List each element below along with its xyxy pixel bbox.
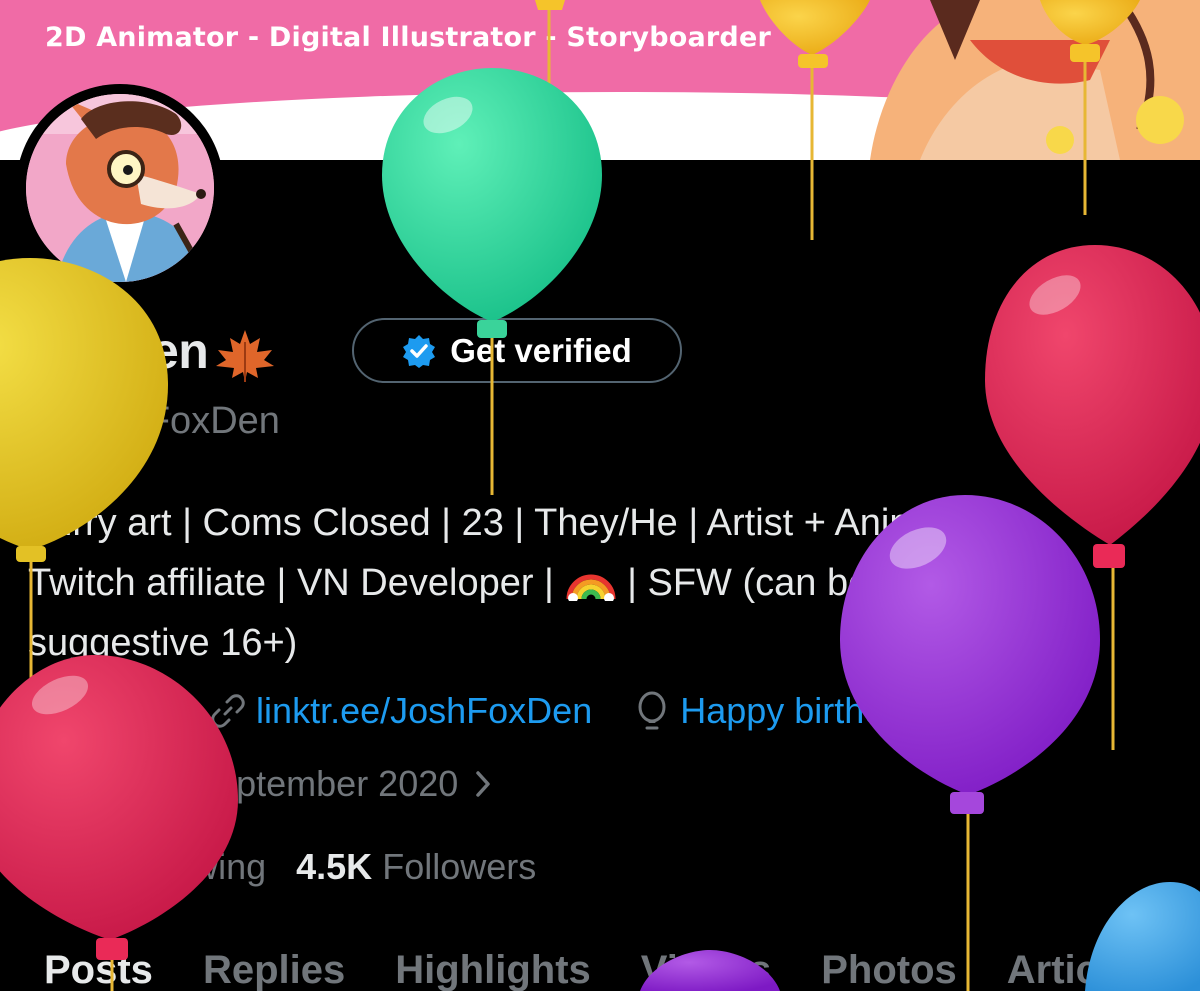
verified-badge-icon	[403, 334, 436, 368]
followers-label: Followers	[382, 846, 537, 887]
get-verified-label: Get verified	[450, 331, 632, 369]
banner-tagline: 2D Animator - Digital Illustrator - Stor…	[45, 22, 771, 53]
bio-line-2: Twitch affiliate | VN Developer | | SFW …	[28, 553, 1188, 613]
tab-articles[interactable]: Articles	[1007, 948, 1154, 991]
location-text: Links:	[74, 690, 169, 731]
profile-meta-row: Links: linktr.ee/JoshFoxDen Happy birthd…	[28, 690, 974, 732]
profile-tabs: Posts Replies Highlights Videos Photos A…	[0, 948, 1200, 991]
bio-line-2-end: | SFW (can be	[627, 562, 870, 604]
link-icon	[211, 694, 245, 728]
birthday-item: Happy birthday!	[634, 690, 932, 732]
banner-character-art	[870, 0, 1200, 160]
followers-count: 4.5K	[296, 846, 373, 887]
followers-link[interactable]: 4.5K Followers	[296, 846, 536, 888]
website-link[interactable]: linktr.ee/JoshFoxDen	[256, 690, 592, 732]
following-count: 1.1K	[28, 846, 105, 887]
tab-posts[interactable]: Posts	[44, 948, 153, 991]
tab-videos[interactable]: Videos	[641, 948, 771, 991]
rainbow-icon	[566, 574, 615, 601]
tab-replies[interactable]: Replies	[203, 948, 345, 991]
birthday-text: Happy birthday!	[680, 690, 933, 731]
bio-line-2-start: Twitch affiliate | VN Developer |	[28, 562, 554, 604]
following-link[interactable]: 1.1K Following	[28, 846, 266, 888]
tab-photos[interactable]: Photos	[821, 948, 957, 991]
profile-handle: @JoshFoxDen	[28, 400, 280, 442]
joined-text: Joined September 2020	[76, 763, 459, 804]
profile-display-name: FoxDen	[28, 322, 276, 382]
calendar-icon	[30, 766, 64, 801]
maple-leaf-icon	[216, 329, 275, 382]
location-pin-icon	[31, 693, 61, 729]
display-name-text: FoxDen	[28, 323, 209, 379]
joined-row[interactable]: Joined September 2020	[28, 763, 498, 805]
get-verified-button[interactable]: Get verified	[352, 318, 682, 383]
website-item[interactable]: linktr.ee/JoshFoxDen	[210, 690, 592, 732]
bio-line-1: Furry art | Coms Closed | 23 | They/He |…	[28, 502, 1007, 544]
tab-highlights[interactable]: Highlights	[395, 948, 591, 991]
avatar-fox-illustration	[26, 94, 214, 282]
avatar[interactable]	[16, 84, 224, 292]
following-label: Following	[114, 846, 267, 887]
profile-bio: Furry art | Coms Closed | 23 | They/He |…	[28, 493, 1188, 673]
bio-line-3: suggestive 16+)	[28, 622, 298, 664]
follow-stats: 1.1K Following 4.5K Followers	[28, 846, 536, 888]
location-item: Links:	[28, 690, 168, 732]
chevron-right-icon	[476, 771, 491, 797]
balloon-icon	[638, 691, 666, 730]
